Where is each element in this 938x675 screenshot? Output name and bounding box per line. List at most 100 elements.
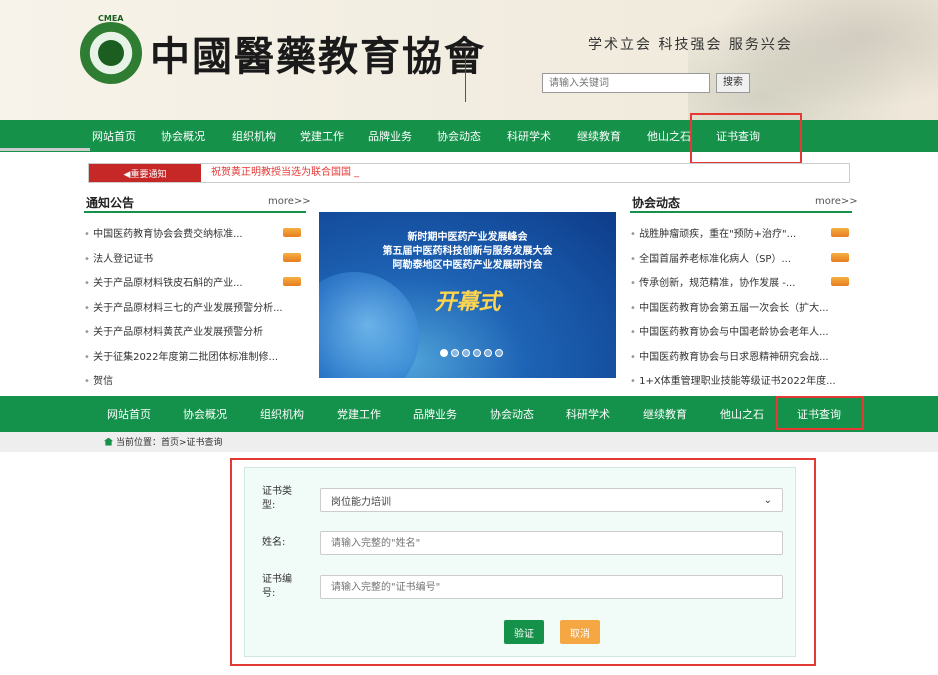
list-item[interactable]: • 全国首届养老标准化病人（SP）...: [630, 250, 791, 265]
list-item-text: 中国医药教育协会与日求恩精神研究会战...: [639, 351, 829, 363]
divider: [0, 148, 90, 151]
list-item[interactable]: • 1+X体重管理职业技能等级证书2022年度...: [630, 372, 836, 387]
nav-item-brand[interactable]: 品牌业务: [413, 396, 457, 432]
nav-item-home[interactable]: 网站首页: [107, 396, 151, 432]
breadcrumb-text[interactable]: 当前位置：首页>证书查询: [116, 435, 223, 448]
bullet-icon: •: [630, 351, 640, 363]
nav-item-organization[interactable]: 组织机构: [232, 120, 276, 152]
nav-item-education[interactable]: 继续教育: [577, 120, 621, 152]
nav-item-research[interactable]: 科研学术: [507, 120, 551, 152]
list-item-text: 1+X体重管理职业技能等级证书2022年度...: [639, 376, 836, 387]
banner-headline: 开幕式: [434, 290, 501, 315]
site-logo[interactable]: CMEA 中國醫藥教育協會: [80, 14, 486, 84]
list-item-text: 关于产品原材料黄芪产业发展预警分析: [93, 327, 264, 338]
certificate-type-select[interactable]: 岗位能力培训 ⌄: [320, 488, 783, 512]
bullet-icon: •: [630, 278, 640, 289]
list-item-text: 中国医药教育协会第五届一次会长（扩大...: [639, 302, 829, 314]
nav-item-brand[interactable]: 品牌业务: [368, 120, 412, 152]
list-item-text: 关于产品原材料铁皮石斛的产业...: [93, 278, 243, 289]
hot-badge-icon: [831, 252, 849, 262]
nav-item-news[interactable]: 协会动态: [490, 396, 534, 432]
certificate-number-input[interactable]: [320, 575, 783, 599]
list-item[interactable]: • 传承创新，规范精准，协作发展 -...: [630, 274, 795, 289]
list-item[interactable]: • 战胜肿瘤顽疾，重在"预防+治疗"...: [630, 225, 796, 240]
list-item[interactable]: • 中国医药教育协会与中国老龄协会老年人...: [630, 323, 829, 338]
nav-item-party[interactable]: 党建工作: [337, 396, 381, 432]
carousel-dot[interactable]: [495, 349, 503, 357]
bullet-icon: •: [630, 327, 640, 338]
site-slogan: 学术立会 科技强会 服务兴会: [588, 37, 793, 53]
banner-line2: 第五届中医药科技创新与服务发展大会: [382, 246, 553, 257]
certificate-type-value: 岗位能力培训: [331, 496, 391, 508]
nav-item-overview[interactable]: 协会概况: [161, 120, 205, 152]
list-item[interactable]: • 中国医药教育协会会费交纳标准...: [84, 225, 243, 240]
list-item[interactable]: • 中国医药教育协会与日求恩精神研究会战...: [630, 348, 829, 363]
divider: [84, 211, 306, 213]
carousel-dot[interactable]: [484, 349, 492, 357]
bullet-icon: •: [630, 229, 640, 240]
carousel-dot[interactable]: [451, 349, 459, 357]
list-item[interactable]: • 关于产品原材料铁皮石斛的产业...: [84, 274, 243, 289]
list-item[interactable]: • 法人登记证书: [84, 250, 153, 265]
hot-badge-icon: [283, 277, 301, 286]
search-input[interactable]: [542, 73, 710, 93]
divider: [630, 211, 852, 213]
news-more-link[interactable]: more>>: [815, 196, 858, 207]
name-input[interactable]: [320, 531, 783, 555]
banner-line3: 阿勒泰地区中医药产业发展研讨会: [392, 260, 543, 271]
verify-button[interactable]: 验证: [504, 620, 544, 644]
nav-item-news[interactable]: 协会动态: [437, 120, 481, 152]
bullet-icon: •: [630, 253, 640, 265]
association-emblem-icon: CMEA: [80, 14, 142, 84]
notice-tag: ◀重要通知: [89, 164, 201, 182]
list-item[interactable]: • 关于征集2022年度第二批团体标准制修...: [84, 348, 278, 363]
bullet-icon: •: [630, 376, 640, 387]
nav-item-organization[interactable]: 组织机构: [260, 396, 304, 432]
nav-item-education[interactable]: 继续教育: [643, 396, 687, 432]
notice-text[interactable]: 祝贺黄正明教授当选为联合国国 _: [211, 164, 359, 182]
list-item-text: 全国首届养老标准化病人（SP）...: [639, 253, 791, 265]
home-icon: [104, 437, 113, 446]
list-item-text: 中国医药教育协会会费交纳标准...: [93, 229, 243, 240]
site-header: CMEA 中國醫藥教育協會 学术立会 科技强会 服务兴会 搜索: [0, 0, 938, 120]
notice-ticker: ◀重要通知 祝贺黄正明教授当选为联合国国 _: [88, 163, 850, 183]
list-item[interactable]: • 中国医药教育协会第五届一次会长（扩大...: [630, 299, 829, 314]
chevron-down-icon: ⌄: [763, 494, 772, 506]
hot-badge-icon: [831, 228, 849, 237]
list-item[interactable]: • 关于产品原材料三七的产业发展预警分析...: [84, 299, 283, 314]
bullet-icon: •: [84, 229, 94, 240]
hot-badge-icon: [283, 228, 301, 237]
news-title: 协会动态: [632, 196, 681, 210]
list-item-text: 传承创新，规范精准，协作发展 -...: [639, 278, 796, 289]
bullet-icon: •: [630, 302, 640, 314]
hot-badge-icon: [831, 277, 849, 286]
nav-item-home[interactable]: 网站首页: [92, 120, 136, 152]
nav-item-party[interactable]: 党建工作: [300, 120, 344, 152]
highlight-box-top-nav: [690, 113, 802, 164]
carousel-dot[interactable]: [473, 349, 481, 357]
bullet-icon: •: [84, 351, 94, 363]
bullet-icon: •: [84, 302, 94, 314]
nav-item-research[interactable]: 科研学术: [566, 396, 610, 432]
ink-landscape-decoration: [688, 0, 938, 120]
announcements-more-link[interactable]: more>>: [268, 196, 311, 207]
bullet-icon: •: [84, 253, 94, 265]
carousel-dots[interactable]: [440, 349, 503, 357]
breadcrumb: 当前位置：首页>证书查询: [104, 435, 223, 448]
bullet-icon: •: [84, 327, 94, 338]
carousel-dot[interactable]: [462, 349, 470, 357]
nav-item-other[interactable]: 他山之石: [647, 120, 691, 152]
list-item[interactable]: • 关于产品原材料黄芪产业发展预警分析: [84, 323, 263, 338]
list-item[interactable]: • 贺信: [84, 372, 113, 387]
cancel-button[interactable]: 取消: [560, 620, 600, 644]
list-item-text: 贺信: [93, 376, 114, 387]
certificate-number-label: 证书编号:: [262, 574, 292, 599]
search-button[interactable]: 搜索: [716, 73, 750, 93]
certificate-type-label: 证书类型:: [262, 486, 292, 511]
list-item-text: 战胜肿瘤顽疾，重在"预防+治疗"...: [639, 229, 797, 240]
nav-item-overview[interactable]: 协会概况: [183, 396, 227, 432]
nav-item-other[interactable]: 他山之石: [720, 396, 764, 432]
announcements-title: 通知公告: [86, 196, 135, 210]
carousel-dot[interactable]: [440, 349, 448, 357]
list-item-text: 关于产品原材料三七的产业发展预警分析...: [93, 302, 283, 314]
